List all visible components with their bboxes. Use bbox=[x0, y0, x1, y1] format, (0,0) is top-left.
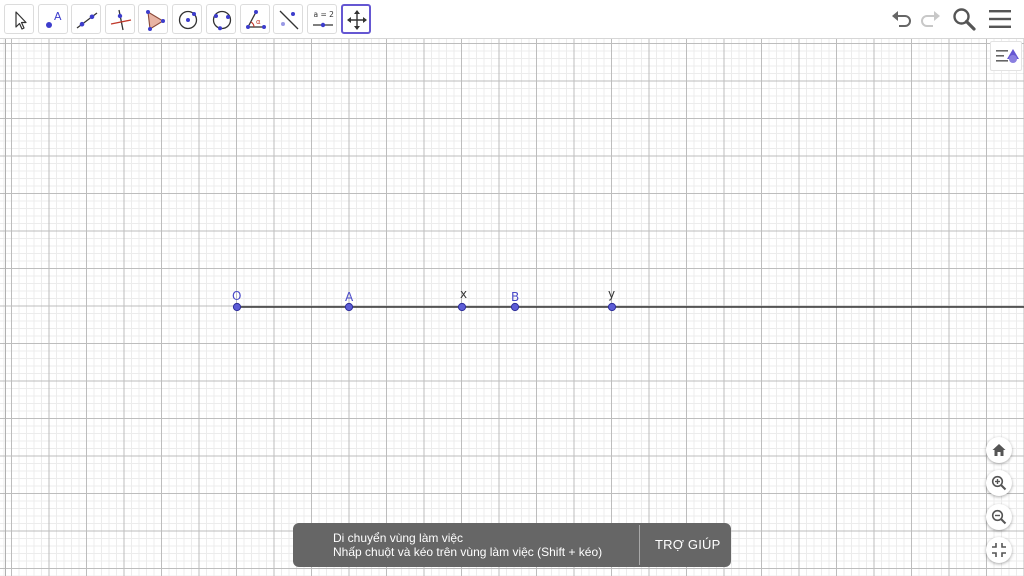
point-icon: A bbox=[46, 10, 62, 28]
fullscreen-exit-button[interactable] bbox=[986, 537, 1012, 563]
perpendicular-line-tool[interactable] bbox=[105, 4, 135, 34]
toolbar: A α a = 2 bbox=[0, 0, 1024, 39]
search-icon bbox=[953, 8, 976, 31]
undo-icon bbox=[892, 11, 911, 27]
tooltip-description: Nhấp chuột và kéo trên vùng làm việc (Sh… bbox=[333, 545, 603, 559]
circle-center-point-icon bbox=[178, 10, 198, 30]
angle-tool-label: α bbox=[256, 18, 261, 26]
reflect-about-line-icon bbox=[279, 10, 299, 30]
arrow-cursor-icon bbox=[15, 11, 27, 30]
point-x[interactable] bbox=[457, 302, 467, 312]
point-b[interactable] bbox=[510, 302, 520, 312]
reflect-tool[interactable] bbox=[273, 4, 303, 34]
label-y: y bbox=[608, 287, 615, 301]
zoom-in-icon bbox=[991, 475, 1007, 491]
point-tool-label: A bbox=[54, 10, 62, 23]
hamburger-menu-icon bbox=[989, 10, 1011, 28]
tooltip-title: Di chuyển vùng làm việc bbox=[333, 531, 464, 545]
undo-button[interactable] bbox=[889, 6, 915, 32]
angle-icon: α bbox=[246, 10, 266, 29]
point-tool[interactable]: A bbox=[38, 4, 68, 34]
label-b: B bbox=[511, 290, 519, 304]
label-a: A bbox=[345, 290, 354, 304]
point-o[interactable] bbox=[232, 302, 242, 312]
point-a[interactable] bbox=[344, 302, 354, 312]
menu-button[interactable] bbox=[987, 6, 1013, 32]
label-x: x bbox=[460, 287, 467, 301]
tool-tooltip: Di chuyển vùng làm việc Nhấp chuột và ké… bbox=[293, 523, 731, 567]
style-bar-toggle-icon bbox=[996, 49, 1019, 63]
label-o: O bbox=[232, 289, 241, 303]
move-arrows-icon bbox=[347, 10, 367, 30]
tooltip-divider bbox=[639, 525, 640, 565]
circle-three-points-tool[interactable] bbox=[206, 4, 236, 34]
line-icon bbox=[76, 12, 98, 29]
slider-tool[interactable]: a = 2 bbox=[307, 4, 337, 34]
help-button[interactable]: TRỢ GIÚP bbox=[655, 537, 720, 552]
redo-icon bbox=[921, 11, 940, 27]
perpendicular-line-icon bbox=[110, 9, 132, 31]
polygon-tool[interactable] bbox=[138, 4, 168, 34]
standard-view-button[interactable] bbox=[986, 437, 1012, 463]
circle-tool[interactable] bbox=[172, 4, 202, 34]
slider-icon: a = 2 bbox=[313, 10, 335, 28]
construction-layer: O A x B y bbox=[232, 287, 1024, 312]
graphics-view[interactable]: O A x B y bbox=[0, 39, 1024, 576]
exit-fullscreen-icon bbox=[992, 543, 1006, 557]
zoom-out-icon bbox=[991, 509, 1007, 525]
angle-tool[interactable]: α bbox=[240, 4, 270, 34]
point-y[interactable] bbox=[607, 302, 617, 312]
redo-button[interactable] bbox=[917, 6, 943, 32]
move-graphics-view-tool[interactable] bbox=[341, 4, 371, 34]
zoom-out-button[interactable] bbox=[986, 504, 1012, 530]
line-tool[interactable] bbox=[71, 4, 101, 34]
polygon-icon bbox=[146, 10, 165, 31]
slider-tool-label: a = 2 bbox=[314, 10, 335, 19]
circle-three-points-icon bbox=[212, 10, 232, 31]
style-bar-toggle[interactable] bbox=[990, 41, 1022, 71]
move-tool[interactable] bbox=[4, 4, 34, 34]
home-icon bbox=[992, 444, 1006, 456]
search-button[interactable] bbox=[951, 6, 977, 32]
zoom-in-button[interactable] bbox=[986, 470, 1012, 496]
